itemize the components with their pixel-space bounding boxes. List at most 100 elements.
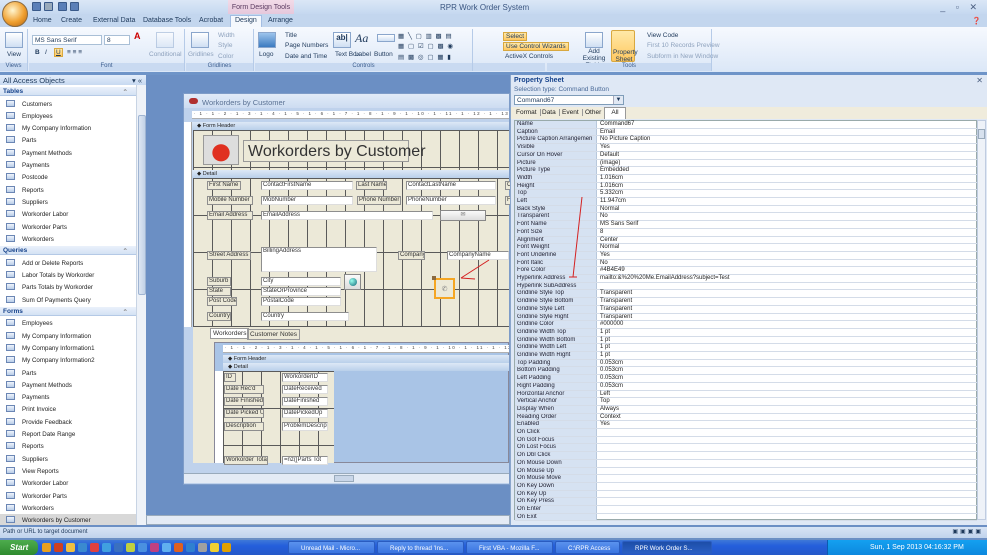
property-value[interactable]: #000000 xyxy=(599,321,977,328)
tab-format[interactable]: Format xyxy=(513,109,541,116)
subform-field[interactable]: WorkorderID xyxy=(282,373,328,382)
subform-label[interactable]: ID xyxy=(224,373,236,382)
property-value[interactable]: 0.053cm xyxy=(599,360,977,367)
quick-launch-icon[interactable] xyxy=(90,543,99,552)
tab-all[interactable]: All xyxy=(604,107,626,119)
quick-launch-icon[interactable] xyxy=(114,543,123,552)
button-icon[interactable] xyxy=(377,34,395,42)
subform-label[interactable]: Date Rec'd xyxy=(224,385,264,394)
text-box-icon[interactable]: ab| xyxy=(333,32,351,48)
gridlines-button[interactable]: Gridlines xyxy=(188,51,214,58)
property-row[interactable]: On Enter xyxy=(515,506,977,514)
nav-item[interactable]: Reports xyxy=(0,184,136,196)
property-row[interactable]: Gridline Style Left Transparent xyxy=(515,305,977,314)
nav-item[interactable]: My Company Information xyxy=(0,330,136,342)
nav-item[interactable]: Parts xyxy=(0,367,136,379)
tab-customer-notes[interactable]: Customer Notes xyxy=(247,329,300,340)
field-first-name[interactable]: ContactFirstName xyxy=(261,181,353,190)
property-row[interactable]: Gridline Width Left 1 pt xyxy=(515,344,977,353)
property-row[interactable]: On Exit xyxy=(515,513,977,522)
subform-detail-section[interactable]: ID WorkorderID Date Rec'd DateReceived Date … xyxy=(223,371,334,465)
nav-item[interactable]: Parts Totals by Workorder xyxy=(0,281,136,293)
save-icon[interactable] xyxy=(32,2,41,11)
underline-icon[interactable]: U xyxy=(54,48,63,57)
nav-item[interactable]: Provide Feedback xyxy=(0,416,136,428)
nav-item[interactable]: Parts xyxy=(0,134,136,146)
controls-gallery-row3[interactable]: ▤ ▩ ◎ ▢ ▦ ▮ xyxy=(398,53,452,61)
form-header-section[interactable]: Workorders by Customer xyxy=(193,130,509,170)
nav-item[interactable]: View Reports xyxy=(0,465,136,477)
tab-acrobat[interactable]: Acrobat xyxy=(199,17,223,24)
tab-design[interactable]: Design xyxy=(230,15,262,27)
nav-item[interactable]: Workorder Labor xyxy=(0,208,136,220)
nav-item[interactable]: Suppliers xyxy=(0,196,136,208)
field-mobile-number[interactable]: MobNumber xyxy=(261,196,353,205)
collapse-chevron-icon[interactable]: ⌃ xyxy=(123,88,128,96)
first-10-records-button[interactable]: First 10 Records Preview xyxy=(647,42,720,49)
property-row[interactable]: On Key Press xyxy=(515,498,977,507)
conditional-icon[interactable] xyxy=(156,32,174,48)
subform-label[interactable]: Workorder Total xyxy=(224,456,268,465)
quick-launch-icon[interactable] xyxy=(150,543,159,552)
title-button[interactable]: Title xyxy=(285,32,297,39)
property-value[interactable]: 1.016cm xyxy=(599,175,977,182)
property-row[interactable]: Left Padding 0.053cm xyxy=(515,375,977,383)
property-row[interactable]: Right Padding 0.053cm xyxy=(515,382,977,391)
property-value[interactable]: No xyxy=(599,260,977,267)
control-selector[interactable]: Command67 ▼ xyxy=(514,95,624,105)
nav-item[interactable]: My Company Information1 xyxy=(0,342,136,354)
property-row[interactable]: Width 1.016cm xyxy=(515,174,977,183)
color-button[interactable]: Color xyxy=(218,53,234,60)
field-email-address[interactable]: EmailAddress xyxy=(261,211,433,220)
print-preview-icon[interactable] xyxy=(70,2,79,11)
property-row[interactable]: Gridline Style Top Transparent xyxy=(515,290,977,299)
detail-bar[interactable]: ◆ Detail xyxy=(192,170,509,178)
label-first-name[interactable]: First Name xyxy=(207,181,241,190)
property-row[interactable]: Height 1.016cm xyxy=(515,182,977,191)
property-row[interactable]: Cursor On Hover Default xyxy=(515,151,977,160)
subform-label[interactable]: Description xyxy=(224,422,264,431)
controls-gallery-row2[interactable]: ▦ ▢ ☑ ▢ ▩ ◉ xyxy=(398,42,454,50)
selected-email-button[interactable]: ✆ xyxy=(434,278,455,299)
label-phone-number[interactable]: Phone Number xyxy=(357,196,401,205)
select-button[interactable]: Select xyxy=(503,32,528,41)
property-value[interactable]: (image) xyxy=(599,160,977,167)
property-value[interactable]: Email xyxy=(599,129,977,136)
nav-item[interactable]: Suppliers xyxy=(0,453,136,465)
task-explorer[interactable]: C:\RPR Access xyxy=(555,541,620,554)
property-row[interactable]: Gridline Style Bottom Transparent xyxy=(515,298,977,306)
conditional-button[interactable]: Conditional xyxy=(149,51,182,58)
label-country[interactable]: Country xyxy=(207,312,231,321)
nav-item[interactable]: Postcode xyxy=(0,171,136,183)
subform-field[interactable]: DateFinished xyxy=(282,397,328,406)
nav-item[interactable]: Customers xyxy=(0,98,136,110)
tab-home[interactable]: Home xyxy=(33,17,52,24)
nav-item[interactable]: Sum Of Payments Query xyxy=(0,294,136,306)
nav-item[interactable]: Print Invoice xyxy=(0,403,136,415)
subform-field[interactable]: ProblemDescript xyxy=(282,422,328,431)
quick-launch-icon[interactable] xyxy=(78,543,87,552)
gridlines-icon[interactable] xyxy=(191,32,209,48)
property-value[interactable]: Default xyxy=(599,152,977,159)
tab-arrange[interactable]: Arrange xyxy=(268,17,293,24)
nav-group-forms[interactable]: Forms ⌃ xyxy=(0,306,136,316)
property-value[interactable]: Transparent xyxy=(599,290,977,297)
property-row[interactable]: Reading Order Context xyxy=(515,413,977,422)
subform-field[interactable]: =nz([Parts Tot xyxy=(282,456,328,465)
property-value[interactable]: MS Sans Serif xyxy=(599,221,977,228)
font-color-icon[interactable]: A xyxy=(134,31,141,41)
tab-workorders[interactable]: Workorders xyxy=(210,328,250,339)
property-value[interactable]: Normal xyxy=(599,206,977,213)
property-value[interactable]: 1 pt xyxy=(599,344,977,351)
property-value[interactable]: Yes xyxy=(599,144,977,151)
field-street-address[interactable]: BillingAddress xyxy=(261,247,377,272)
task-unread-mail[interactable]: Unread Mail - Micro... xyxy=(288,541,375,554)
property-scrollbar[interactable] xyxy=(977,120,986,520)
property-row[interactable]: Gridline Color #000000 xyxy=(515,321,977,329)
controls-gallery[interactable]: ▦ ╲ ▢ ▥ ▩ ▤ xyxy=(398,32,453,40)
property-row[interactable]: Caption Email xyxy=(515,128,977,137)
quick-launch-icon[interactable] xyxy=(42,543,51,552)
quick-launch-icon[interactable] xyxy=(210,543,219,552)
nav-item[interactable]: Employees xyxy=(0,110,136,122)
property-value[interactable]: Normal xyxy=(599,244,977,251)
